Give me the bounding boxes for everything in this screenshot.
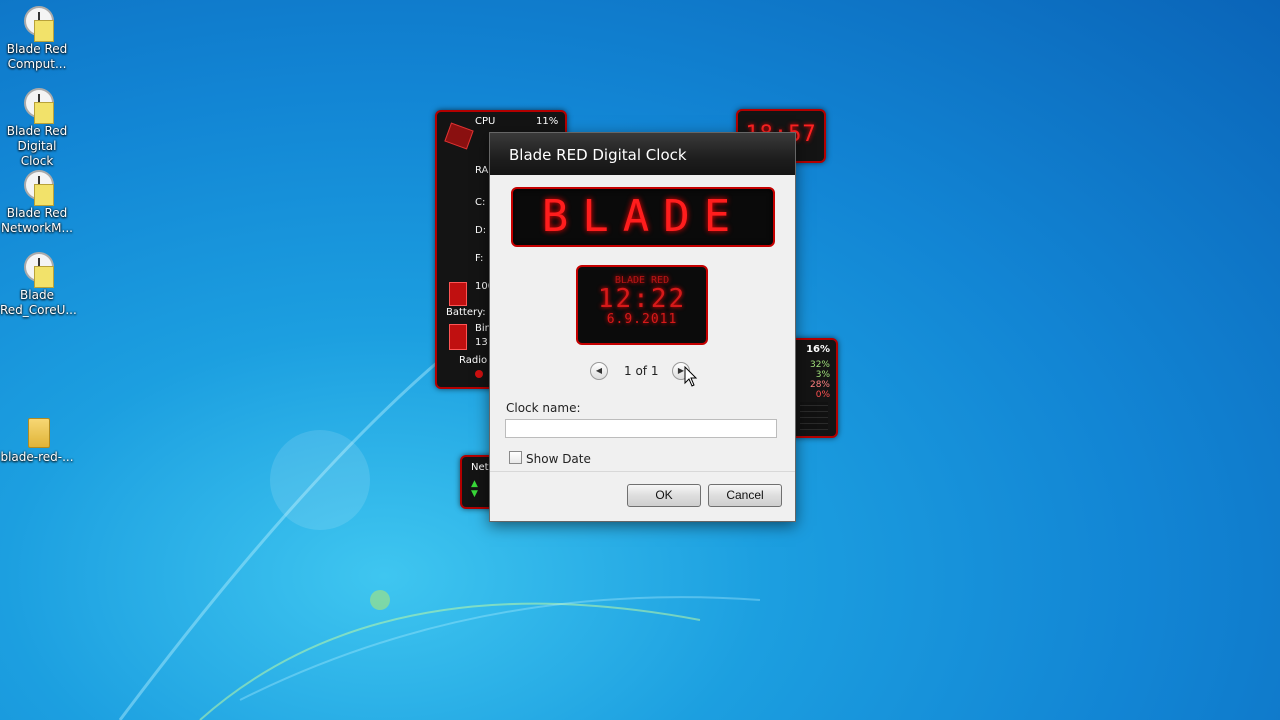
- core-2-value: 3%: [815, 370, 830, 380]
- desktop-icon-label: Blade Red_CoreU...: [0, 288, 77, 317]
- clock-preview: BLADE RED 12:22 6.9.2011: [576, 265, 708, 345]
- cpu-chip-icon: [444, 122, 474, 150]
- core-graph: [800, 402, 828, 430]
- drive-d-label: D:: [475, 225, 487, 236]
- core-3-value: 28%: [809, 380, 830, 390]
- desktop-icon-computer[interactable]: Blade Red Comput...: [0, 6, 74, 72]
- recycle-bin-icon: [449, 324, 467, 350]
- dialog-title: Blade RED Digital Clock: [490, 133, 795, 175]
- desktop-icon-label: blade-red-...: [0, 450, 74, 464]
- previous-arrow-icon[interactable]: ◀: [590, 362, 608, 380]
- pager: ◀ 1 of 1 ▶: [590, 362, 690, 382]
- folder-icon: [28, 418, 50, 448]
- preview-time: 12:22: [597, 284, 687, 314]
- core-total-value: 16%: [806, 344, 830, 355]
- battery-icon: [449, 282, 467, 306]
- radio-label: Radio: [459, 355, 488, 366]
- cpu-label: CPU: [475, 116, 496, 127]
- bin-value: 13: [475, 337, 488, 348]
- desktop-icon-label: Blade Red Digital Clock: [6, 124, 68, 168]
- ram-label: RA: [475, 165, 489, 176]
- drive-c-label: C:: [475, 197, 486, 208]
- radio-play-icon[interactable]: [475, 370, 483, 378]
- gadget-file-icon: [34, 20, 54, 42]
- core-4-value: 0%: [815, 390, 830, 400]
- drive-f-label: F:: [475, 253, 484, 264]
- desktop-icon-folder[interactable]: blade-red-...: [0, 414, 74, 465]
- gadget-file-icon: [34, 102, 54, 124]
- preview-date: 6.9.2011: [606, 312, 678, 327]
- ok-button[interactable]: OK: [627, 484, 701, 507]
- desktop-icon-coreu[interactable]: Blade Red_CoreU...: [0, 252, 77, 318]
- blade-banner: BLADE: [511, 187, 775, 247]
- core-1-value: 32%: [809, 360, 830, 370]
- battery-label: Battery: c: [446, 307, 495, 318]
- show-date-checkbox[interactable]: [509, 451, 522, 464]
- desktop-icon-digital-clock[interactable]: Blade Red Digital Clock: [0, 88, 74, 169]
- cpu-value: 11%: [536, 116, 559, 127]
- gadget-file-icon: [34, 266, 54, 288]
- gadget-file-icon: [34, 184, 54, 206]
- cancel-button[interactable]: Cancel: [708, 484, 782, 507]
- mouse-cursor-icon: [684, 366, 698, 387]
- desktop-icon-network[interactable]: Blade Red NetworkM...: [0, 170, 74, 236]
- clock-settings-dialog: Blade RED Digital Clock BLADE BLADE RED …: [489, 132, 796, 522]
- clock-name-input[interactable]: [505, 419, 777, 438]
- download-arrow-icon: ▼: [471, 489, 478, 499]
- upload-arrow-icon: ▲: [471, 479, 478, 489]
- desktop-icon-label: Blade Red NetworkM...: [1, 206, 73, 235]
- dialog-divider: [490, 471, 795, 472]
- core-meter-gadget[interactable]: 16% 32% 3% 28% 0%: [790, 338, 838, 438]
- clock-name-label: Clock name:: [506, 401, 581, 415]
- desktop-icon-label: Blade Red Comput...: [6, 42, 68, 71]
- pager-text: 1 of 1: [624, 364, 659, 378]
- show-date-label[interactable]: Show Date: [526, 452, 591, 466]
